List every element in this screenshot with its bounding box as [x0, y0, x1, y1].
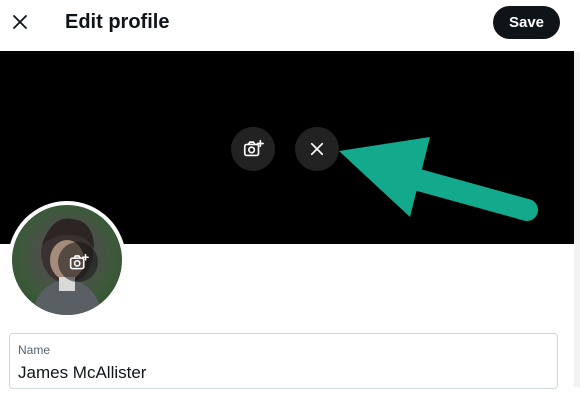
- name-field[interactable]: Name James McAllister: [9, 333, 558, 389]
- name-input[interactable]: James McAllister: [18, 363, 146, 383]
- modal-header: Edit profile Save: [0, 0, 582, 48]
- add-avatar-photo-button[interactable]: [58, 242, 98, 282]
- avatar[interactable]: [12, 205, 122, 315]
- close-button[interactable]: [4, 6, 36, 38]
- page-title: Edit profile: [65, 11, 170, 33]
- save-button[interactable]: Save: [493, 6, 560, 39]
- close-icon: [13, 15, 27, 29]
- avatar-container: [8, 201, 126, 319]
- name-label: Name: [18, 343, 51, 357]
- add-photo-icon: [69, 253, 89, 269]
- scrollbar[interactable]: [574, 52, 580, 387]
